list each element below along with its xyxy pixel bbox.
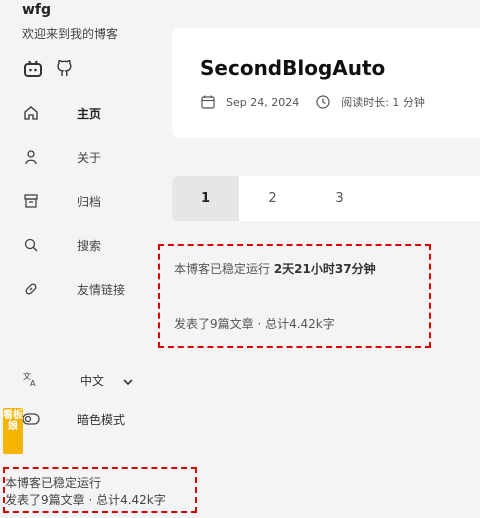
running-prefix: 本博客已稳定运行 <box>174 262 274 276</box>
footer-summary-text: 发表了9篇文章 · 总计4.42k字 <box>5 493 166 507</box>
sidebar-item-search[interactable]: 搜索 <box>22 230 162 260</box>
user-icon <box>22 148 40 166</box>
post-date: Sep 24, 2024 <box>226 95 300 109</box>
running-time: 2天21小时37分钟 <box>273 262 376 276</box>
github-icon[interactable] <box>54 58 76 80</box>
sidebar-item-label: 友情链接 <box>77 282 126 297</box>
sidebar-item-label: 搜索 <box>77 238 102 253</box>
sidebar-item-archive[interactable]: 归档 <box>22 186 162 216</box>
sidebar-item-label: 主页 <box>77 106 102 121</box>
page-3[interactable]: 3 <box>306 176 373 221</box>
dark-mode-toggle[interactable]: 暗色模式 <box>22 404 162 434</box>
calendar-icon <box>200 94 216 110</box>
sidebar-item-label: 归档 <box>77 194 102 209</box>
sidebar-item-home[interactable]: 主页 <box>22 98 162 128</box>
sidebar-item-about[interactable]: 关于 <box>22 142 162 172</box>
summary-line: 发表了9篇文章 · 总计4.42k字 <box>174 317 335 331</box>
running-time-line: 本博客已稳定运行 2天21小时37分钟 <box>174 260 376 277</box>
dark-mode-label: 暗色模式 <box>77 412 126 427</box>
site-title[interactable]: wfg <box>22 2 51 18</box>
svg-text:A: A <box>30 379 36 387</box>
pagination: 1 2 3 <box>172 176 480 221</box>
site-subtitle: 欢迎来到我的博客 <box>22 27 119 41</box>
social-links <box>22 58 76 80</box>
link-icon <box>22 280 40 298</box>
archive-icon <box>22 192 40 210</box>
translate-icon: 文A <box>22 371 38 390</box>
toggle-icon <box>22 410 40 429</box>
site-stats: 本博客已稳定运行 2天21小时37分钟 发表了9篇文章 · 总计4.42k字 <box>158 244 431 348</box>
language-switcher[interactable]: 文A 中文 <box>22 366 162 394</box>
post-card[interactable]: SecondBlogAuto Sep 24, 2024 阅读时长: 1 分钟 <box>172 28 480 138</box>
mascot-tab[interactable]: 看板娘 <box>3 408 23 454</box>
post-meta: Sep 24, 2024 阅读时长: 1 分钟 <box>200 94 425 110</box>
bilibili-icon[interactable] <box>22 58 44 80</box>
footer-stats: 本博客已稳定运行 发表了9篇文章 · 总计4.42k字 <box>3 467 197 513</box>
chevron-down-icon <box>122 373 134 392</box>
clock-icon <box>315 94 331 110</box>
post-read-time: 阅读时长: 1 分钟 <box>341 96 425 109</box>
post-title[interactable]: SecondBlogAuto <box>200 56 385 80</box>
footer-running-text: 本博客已稳定运行 <box>5 476 102 490</box>
page-2[interactable]: 2 <box>239 176 306 221</box>
home-icon <box>22 104 40 122</box>
language-label: 中文 <box>80 373 105 388</box>
page-1[interactable]: 1 <box>172 176 239 221</box>
sidebar-item-links[interactable]: 友情链接 <box>22 274 162 304</box>
search-icon <box>22 236 40 254</box>
sidebar-item-label: 关于 <box>77 150 102 165</box>
